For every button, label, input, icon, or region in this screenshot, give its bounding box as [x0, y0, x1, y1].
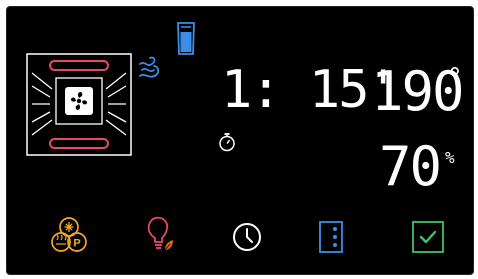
humidity-unit: % [445, 148, 455, 167]
oven-display: 1: 15' 190 ° 70 % P [6, 6, 474, 275]
humidity-value[interactable]: 70 [379, 140, 442, 194]
stopwatch-icon [218, 132, 236, 152]
eco-light-button[interactable] [144, 216, 174, 254]
programs-icon: P [51, 217, 87, 252]
oven-mode-panel[interactable] [26, 53, 132, 156]
clock-icon [233, 223, 261, 251]
confirm-button[interactable] [412, 221, 444, 253]
settings-menu-button[interactable] [319, 221, 343, 253]
programs-button[interactable]: P [51, 215, 87, 255]
settings-menu-icon [319, 221, 343, 253]
eco-light-icon [147, 216, 173, 251]
clock-button[interactable] [232, 222, 262, 252]
hot-air-fan-icon [26, 53, 132, 156]
temperature-unit: ° [447, 63, 463, 93]
steam-icon [136, 54, 164, 82]
water-tank-icon [176, 21, 196, 57]
confirm-check-icon [412, 221, 444, 253]
svg-text:P: P [73, 238, 80, 250]
